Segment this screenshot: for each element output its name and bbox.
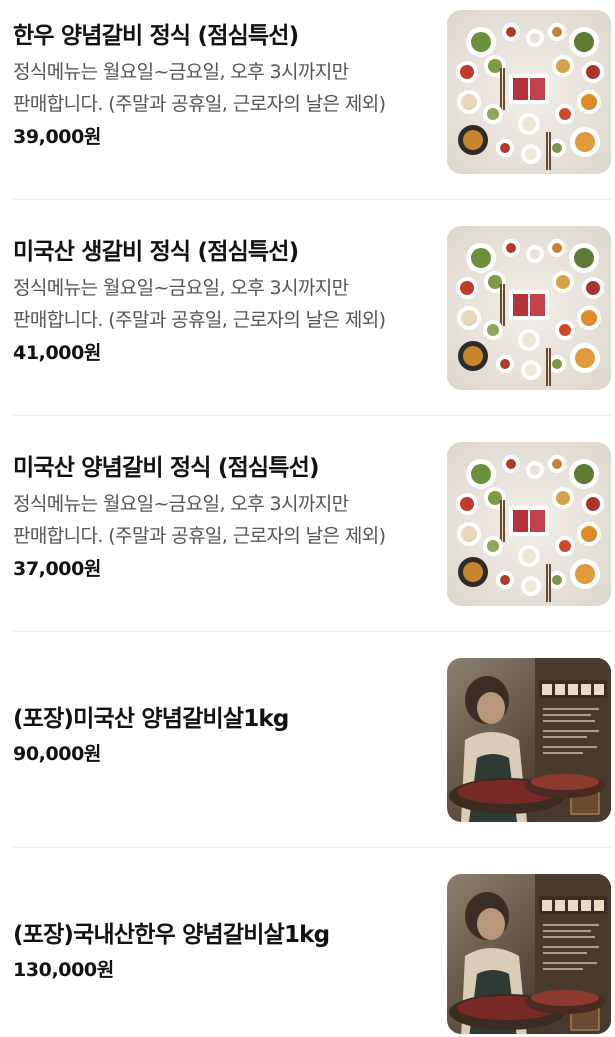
- divider: [13, 847, 611, 848]
- menu-item[interactable]: 미국산 양념갈비 정식 (점심특선) 정식메뉴는 월요일~금요일, 오후 3시까…: [0, 432, 615, 648]
- menu-item[interactable]: 한우 양념갈비 정식 (점심특선) 정식메뉴는 월요일~금요일, 오후 3시까지…: [0, 0, 615, 216]
- menu-item[interactable]: 미국산 생갈비 정식 (점심특선) 정식메뉴는 월요일~금요일, 오후 3시까지…: [0, 216, 615, 432]
- menu-item-price: 90,000원: [13, 743, 101, 765]
- menu-list: 한우 양념갈비 정식 (점심특선) 정식메뉴는 월요일~금요일, 오후 3시까지…: [0, 0, 615, 1037]
- menu-item-name: 한우 양념갈비 정식 (점심특선): [13, 23, 299, 49]
- table-spread-photo-icon: [447, 442, 611, 606]
- menu-item-price: 130,000원: [13, 959, 114, 981]
- menu-item-name: 미국산 양념갈비 정식 (점심특선): [13, 455, 320, 481]
- menu-item-price: 37,000원: [13, 558, 101, 580]
- menu-item-photo: [447, 10, 611, 174]
- menu-item-photo: [447, 442, 611, 606]
- menu-item-photo: [447, 226, 611, 390]
- menu-item-photo: [447, 874, 611, 1034]
- menu-item-price: 39,000원: [13, 126, 101, 148]
- poster-photo-icon: [447, 874, 611, 1034]
- menu-item-name: (포장)국내산한우 양념갈비살1kg: [13, 922, 330, 948]
- menu-item[interactable]: (포장)국내산한우 양념갈비살1kg 130,000원: [0, 864, 615, 1037]
- menu-item-description: 정식메뉴는 월요일~금요일, 오후 3시까지만 판매합니다. (주말과 공휴일,…: [13, 277, 386, 331]
- table-spread-photo-icon: [447, 10, 611, 174]
- menu-item-photo: [447, 658, 611, 822]
- menu-item-description: 정식메뉴는 월요일~금요일, 오후 3시까지만 판매합니다. (주말과 공휴일,…: [13, 493, 386, 547]
- divider: [13, 415, 611, 416]
- table-spread-photo-icon: [447, 226, 611, 390]
- menu-item[interactable]: (포장)미국산 양념갈비살1kg 90,000원: [0, 648, 615, 864]
- poster-photo-icon: [447, 658, 611, 822]
- menu-item-description: 정식메뉴는 월요일~금요일, 오후 3시까지만 판매합니다. (주말과 공휴일,…: [13, 61, 386, 115]
- divider: [13, 631, 611, 632]
- menu-item-name: 미국산 생갈비 정식 (점심특선): [13, 239, 299, 265]
- menu-item-price: 41,000원: [13, 342, 101, 364]
- divider: [13, 199, 611, 200]
- menu-item-name: (포장)미국산 양념갈비살1kg: [13, 706, 289, 732]
